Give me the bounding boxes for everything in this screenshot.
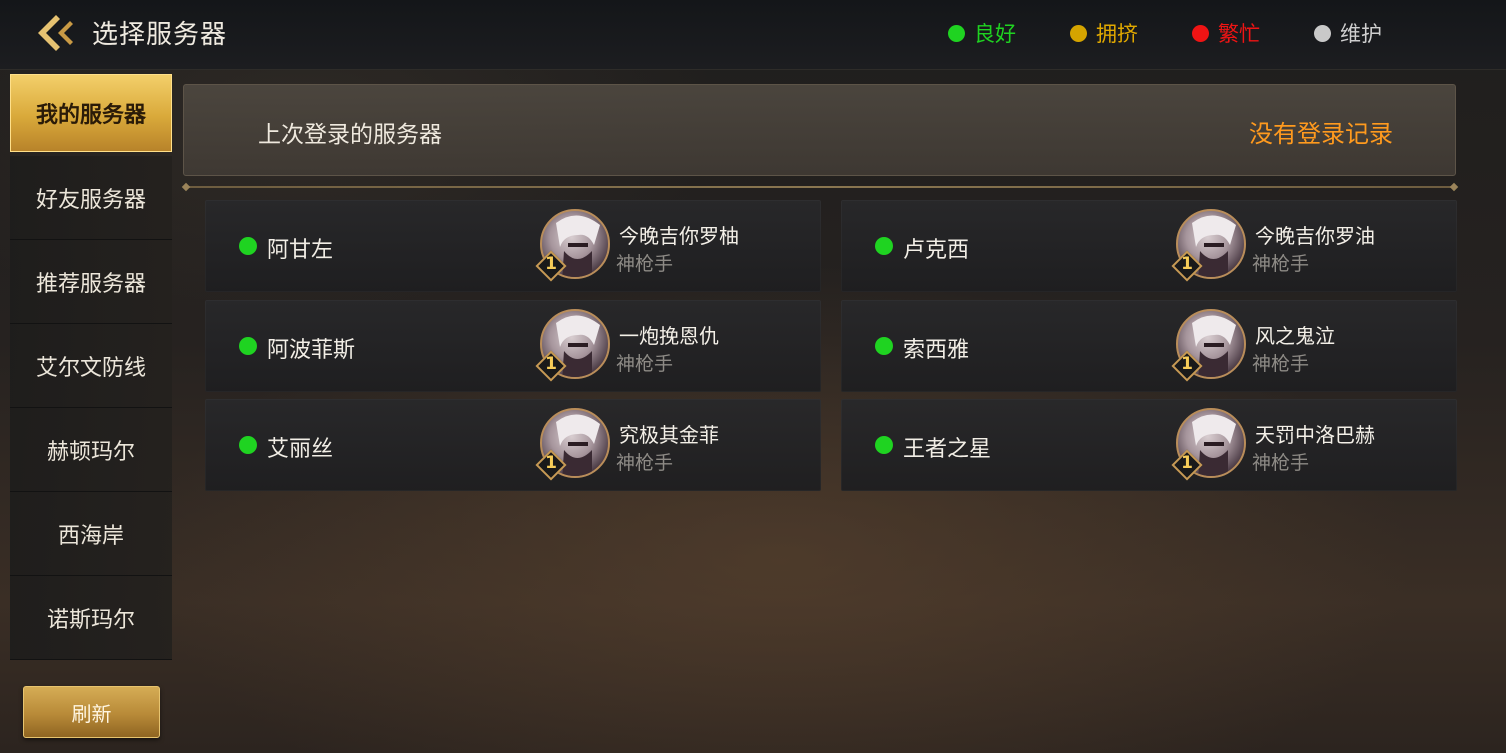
server-name: 卢克西 (903, 238, 970, 263)
character-class: 神枪手 (616, 452, 674, 474)
level-badge: 1 (535, 350, 567, 382)
legend-busy-label: 繁忙 (1218, 22, 1260, 46)
server-card[interactable]: 阿甘左 1 今晚吉你罗柚 神枪手 (205, 200, 821, 292)
sidebar-item-recommended-servers[interactable]: 推荐服务器 (10, 240, 172, 324)
server-name: 阿甘左 (267, 238, 334, 263)
level-number: 1 (545, 453, 557, 473)
section-divider (186, 186, 1454, 188)
legend-busy: 繁忙 (1192, 19, 1260, 47)
server-card[interactable]: 王者之星 1 天罚中洛巴赫 神枪手 (841, 399, 1457, 491)
legend-good-label: 良好 (974, 22, 1016, 46)
level-badge: 1 (535, 250, 567, 282)
legend-crowded-label: 拥挤 (1096, 22, 1138, 46)
top-bar: 选择服务器 良好 拥挤 繁忙 维护 (0, 0, 1506, 70)
character-name: 天罚中洛巴赫 (1255, 423, 1375, 447)
level-badge: 1 (1171, 449, 1203, 481)
character-name: 一炮挽恩仇 (619, 324, 719, 348)
server-name: 王者之星 (903, 437, 992, 462)
sidebar-item-elvenguard[interactable]: 艾尔文防线 (10, 324, 172, 408)
character-name: 究极其金菲 (619, 423, 719, 447)
server-name: 索西雅 (903, 338, 970, 363)
character-class: 神枪手 (616, 353, 674, 375)
back-arrow-icon[interactable] (34, 12, 78, 54)
last-login-panel: 上次登录的服务器 没有登录记录 (183, 84, 1456, 176)
status-crowded-dot-icon (1070, 24, 1087, 42)
status-busy-dot-icon (1192, 24, 1209, 42)
legend-good: 良好 (948, 19, 1016, 47)
server-group-sidebar: 我的服务器 好友服务器 推荐服务器 艾尔文防线 赫顿玛尔 西海岸 诺斯玛尔 (10, 74, 172, 660)
server-card[interactable]: 卢克西 1 今晚吉你罗油 神枪手 (841, 200, 1457, 292)
level-badge: 1 (1171, 350, 1203, 382)
status-good-dot-icon (239, 337, 257, 355)
character-class: 神枪手 (1252, 253, 1310, 275)
last-login-label: 上次登录的服务器 (258, 122, 442, 148)
refresh-button[interactable]: 刷新 (23, 686, 160, 738)
status-good-dot-icon (239, 436, 257, 454)
legend-maintenance-label: 维护 (1340, 22, 1382, 46)
level-number: 1 (1181, 453, 1193, 473)
level-number: 1 (545, 354, 557, 374)
level-number: 1 (1181, 254, 1193, 274)
level-number: 1 (1181, 354, 1193, 374)
legend-maintenance: 维护 (1314, 19, 1382, 47)
level-number: 1 (545, 254, 557, 274)
character-name: 今晚吉你罗柚 (619, 224, 739, 248)
character-class: 神枪手 (1252, 353, 1310, 375)
server-card[interactable]: 艾丽丝 1 究极其金菲 神枪手 (205, 399, 821, 491)
character-class: 神枪手 (1252, 452, 1310, 474)
page-title: 选择服务器 (92, 20, 228, 50)
level-badge: 1 (1171, 250, 1203, 282)
status-good-dot-icon (875, 337, 893, 355)
legend-crowded: 拥挤 (1070, 19, 1138, 47)
status-good-dot-icon (239, 237, 257, 255)
status-good-dot-icon (875, 436, 893, 454)
level-badge: 1 (535, 449, 567, 481)
character-name: 今晚吉你罗油 (1255, 224, 1375, 248)
status-good-dot-icon (948, 24, 965, 42)
server-name: 阿波菲斯 (267, 338, 356, 363)
sidebar-item-noslmar[interactable]: 诺斯玛尔 (10, 576, 172, 660)
character-name: 风之鬼泣 (1255, 324, 1335, 348)
status-maintenance-dot-icon (1314, 24, 1331, 42)
server-card[interactable]: 阿波菲斯 1 一炮挽恩仇 神枪手 (205, 300, 821, 392)
server-name: 艾丽丝 (267, 437, 334, 462)
sidebar-item-hendon-myre[interactable]: 赫顿玛尔 (10, 408, 172, 492)
sidebar-item-my-servers[interactable]: 我的服务器 (10, 74, 172, 152)
character-class: 神枪手 (616, 253, 674, 275)
status-good-dot-icon (875, 237, 893, 255)
sidebar-item-friend-servers[interactable]: 好友服务器 (10, 156, 172, 240)
server-card[interactable]: 索西雅 1 风之鬼泣 神枪手 (841, 300, 1457, 392)
last-login-value: 没有登录记录 (1249, 120, 1393, 148)
sidebar-item-west-coast[interactable]: 西海岸 (10, 492, 172, 576)
